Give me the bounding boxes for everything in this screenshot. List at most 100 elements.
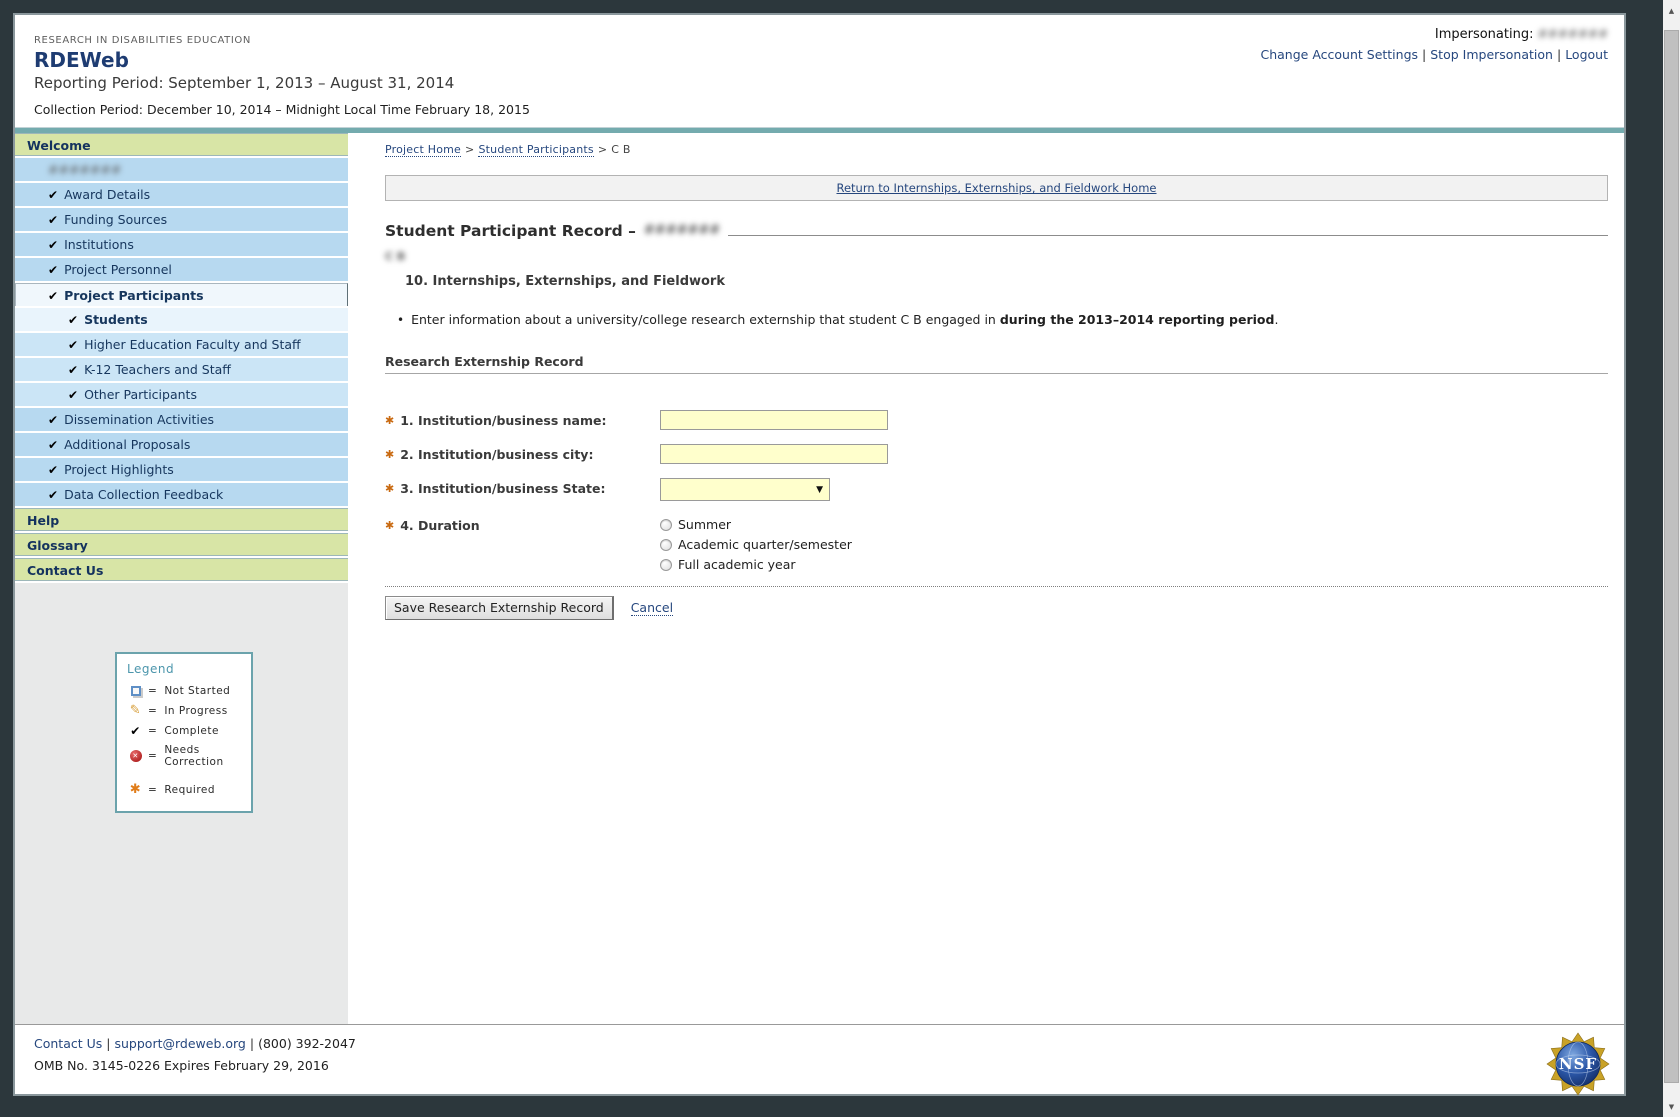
instruction-bullet: •Enter information about a university/co… xyxy=(385,312,1608,327)
duration-radio-full-year[interactable]: Full academic year xyxy=(660,557,852,572)
duration-radio-academic-quarter[interactable]: Academic quarter/semester xyxy=(660,537,852,552)
radio-label: Full academic year xyxy=(678,557,796,572)
externship-form: ✱ 1. Institution/business name: ✱ 2. Ins… xyxy=(385,410,1608,620)
needs-correction-icon: ✕ xyxy=(130,750,142,762)
instruction-text-bold: during the 2013–2014 reporting period xyxy=(1000,312,1275,327)
footer-separator: | xyxy=(250,1036,254,1051)
sidebar-item-label: K-12 Teachers and Staff xyxy=(84,362,231,377)
breadcrumb-separator: > xyxy=(598,143,607,156)
equals-sign: = xyxy=(148,784,157,796)
account-links: Change Account Settings | Stop Impersonati… xyxy=(1260,47,1608,62)
link-separator: | xyxy=(1422,47,1426,62)
footer-separator: | xyxy=(106,1036,110,1051)
sidebar-item-label: Higher Education Faculty and Staff xyxy=(84,337,301,352)
pencil-icon: ✎ xyxy=(130,703,141,718)
sidebar-item-contact-us[interactable]: Contact Us xyxy=(15,558,348,581)
cancel-link[interactable]: Cancel xyxy=(631,600,673,616)
title-rule xyxy=(728,235,1608,236)
sidebar-item-glossary[interactable]: Glossary xyxy=(15,533,348,556)
award-number-redacted: ####### xyxy=(48,162,121,177)
form-bottom-divider xyxy=(385,586,1608,587)
sidebar-item-students[interactable]: ✔ Students xyxy=(15,308,348,331)
field-label: 1. Institution/business name: xyxy=(400,413,606,428)
change-account-settings-link[interactable]: Change Account Settings xyxy=(1260,47,1418,62)
sidebar-item-additional-proposals[interactable]: ✔Additional Proposals xyxy=(15,433,348,456)
sidebar-item-label: Dissemination Activities xyxy=(64,412,214,427)
scroll-down-icon[interactable]: ▼ xyxy=(1663,1098,1680,1115)
check-icon: ✔ xyxy=(68,363,78,377)
sidebar-item-other-participants[interactable]: ✔Other Participants xyxy=(15,383,348,406)
scroll-up-icon[interactable]: ▲ xyxy=(1663,2,1680,19)
impersonating-label: Impersonating: xyxy=(1435,27,1534,42)
footer-email-link[interactable]: support@rdeweb.org xyxy=(115,1036,246,1051)
page-card: RESEARCH IN DISABILITIES EDUCATION RDEWe… xyxy=(13,13,1626,1096)
field-label: 3. Institution/business State: xyxy=(400,481,605,496)
save-externship-record-button[interactable]: Save Research Externship Record xyxy=(385,596,614,620)
sidebar-item-help[interactable]: Help xyxy=(15,508,348,531)
impersonating-user-redacted: ####### xyxy=(1538,27,1608,41)
chevron-down-icon: ▼ xyxy=(816,485,829,495)
field-label: 2. Institution/business city: xyxy=(400,447,593,462)
sidebar-item-label: Institutions xyxy=(64,237,134,252)
legend-label: In Progress xyxy=(164,705,227,717)
footer-omb-line: OMB No. 3145-0226 Expires February 29, 2… xyxy=(34,1058,1624,1073)
radio-button-icon[interactable] xyxy=(660,539,672,551)
duration-radio-group: Summer Academic quarter/semester Full ac… xyxy=(660,515,852,572)
sidebar-item-label: Students xyxy=(84,312,148,327)
footer-contact-line: Contact Us | support@rdeweb.org | (800) 392-… xyxy=(34,1036,1624,1051)
logout-link[interactable]: Logout xyxy=(1565,47,1608,62)
sidebar-item-dissemination-activities[interactable]: ✔Dissemination Activities xyxy=(15,408,348,431)
legend-label: Not Started xyxy=(164,685,230,697)
legend-row-complete: ✔ = Complete xyxy=(127,724,242,738)
radio-button-icon[interactable] xyxy=(660,559,672,571)
legend-label: Complete xyxy=(164,725,219,737)
check-icon: ✔ xyxy=(68,313,78,327)
vertical-scrollbar[interactable]: ▲ ▼ xyxy=(1663,0,1680,1117)
sidebar-item-project-participants[interactable]: ✔Project Participants xyxy=(15,283,348,306)
sidebar-nav: Welcome ####### ✔Award Details ✔Funding … xyxy=(15,133,348,1024)
sidebar-item-welcome[interactable]: Welcome xyxy=(15,133,348,156)
institution-state-select[interactable]: ▼ xyxy=(660,478,830,501)
check-icon: ✔ xyxy=(68,388,78,402)
legend-label: Needs Correction xyxy=(164,744,242,768)
sidebar-item-label: Funding Sources xyxy=(64,212,167,227)
check-icon: ✔ xyxy=(48,463,58,477)
program-eyebrow: RESEARCH IN DISABILITIES EDUCATION xyxy=(34,35,530,46)
sidebar-item-funding-sources[interactable]: ✔Funding Sources xyxy=(15,208,348,231)
breadcrumb-current: C B xyxy=(611,143,630,156)
check-icon: ✔ xyxy=(48,263,58,277)
sidebar-item-award-details[interactable]: ✔Award Details xyxy=(15,183,348,206)
account-block: Impersonating: ####### Change Account Se… xyxy=(1260,27,1608,62)
sidebar-item-k12-teachers-staff[interactable]: ✔ K-12 Teachers and Staff xyxy=(15,358,348,381)
student-name-redacted: C B xyxy=(385,250,415,263)
breadcrumb-student-participants-link[interactable]: Student Participants xyxy=(478,143,593,157)
form-row-institution-state: ✱ 3. Institution/business State: ▼ xyxy=(385,478,1608,501)
scrollbar-thumb[interactable] xyxy=(1664,30,1679,1083)
sidebar-item-data-collection-feedback[interactable]: ✔Data Collection Feedback xyxy=(15,483,348,506)
legend-row-in-progress: ✎ = In Progress xyxy=(127,703,242,718)
breadcrumb-separator: > xyxy=(465,143,474,156)
record-heading: Research Externship Record xyxy=(385,354,1608,374)
sidebar-item-higher-ed-faculty-staff[interactable]: ✔Higher Education Faculty and Staff xyxy=(15,333,348,356)
sidebar-item-project-personnel[interactable]: ✔Project Personnel xyxy=(15,258,348,281)
institution-name-input[interactable] xyxy=(660,410,888,430)
page-title: Student Participant Record – xyxy=(385,222,636,240)
check-icon: ✔ xyxy=(48,289,58,303)
legend-title: Legend xyxy=(127,662,242,676)
app-title: RDEWeb xyxy=(34,48,530,72)
sidebar-item-project-highlights[interactable]: ✔ Project Highlights xyxy=(15,458,348,481)
sidebar-item-award-number[interactable]: ####### xyxy=(15,158,348,181)
return-home-link[interactable]: Return to Internships, Externships, and … xyxy=(836,181,1156,195)
sidebar-item-label: Additional Proposals xyxy=(64,437,190,452)
radio-label: Academic quarter/semester xyxy=(678,537,852,552)
svg-text:NSF: NSF xyxy=(1559,1055,1597,1073)
footer-phone: (800) 392-2047 xyxy=(258,1036,356,1051)
radio-button-icon[interactable] xyxy=(660,519,672,531)
breadcrumb-project-home-link[interactable]: Project Home xyxy=(385,143,461,157)
footer-contact-us-link[interactable]: Contact Us xyxy=(34,1036,102,1051)
stop-impersonation-link[interactable]: Stop Impersonation xyxy=(1430,47,1553,62)
duration-radio-summer[interactable]: Summer xyxy=(660,517,852,532)
sidebar-item-label: Project Highlights xyxy=(64,462,174,477)
institution-city-input[interactable] xyxy=(660,444,888,464)
sidebar-item-institutions[interactable]: ✔Institutions xyxy=(15,233,348,256)
